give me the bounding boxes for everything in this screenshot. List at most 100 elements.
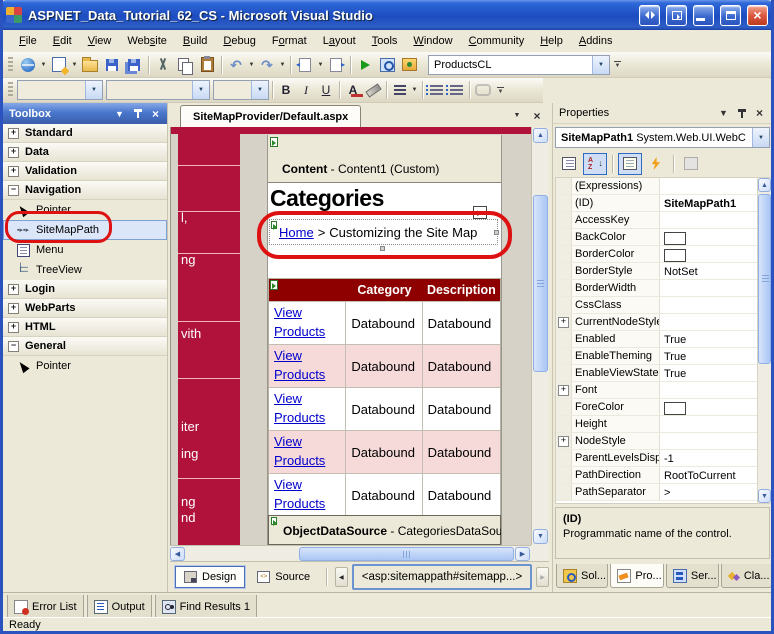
expand-icon[interactable] — [8, 128, 19, 139]
start-debugging-button[interactable] — [354, 55, 376, 75]
color-swatch[interactable] — [664, 232, 686, 245]
numbered-list-button[interactable] — [446, 80, 466, 100]
property-row[interactable]: CurrentNodeStyle — [556, 314, 758, 331]
menu-layout[interactable]: Layout — [315, 32, 364, 50]
property-row[interactable]: (Expressions) — [556, 178, 758, 195]
smart-tag-button[interactable]: ▶ — [473, 206, 487, 219]
add-new-item-button[interactable] — [48, 55, 70, 75]
scroll-down-button[interactable]: ▼ — [533, 529, 548, 544]
view-products-link[interactable]: View Products — [274, 304, 345, 342]
save-all-button[interactable] — [123, 55, 145, 75]
content-placeholder-header[interactable]: Content - Content1 (Custom) — [268, 135, 501, 183]
toolbox-category-webparts[interactable]: WebParts — [3, 299, 167, 318]
menu-debug[interactable]: Debug — [215, 32, 263, 50]
scrollbar-thumb[interactable] — [758, 194, 771, 364]
redo-button[interactable]: ↷ — [256, 55, 278, 75]
design-horizontal-scrollbar[interactable]: ◀ ▶ — [170, 545, 531, 562]
combobox-dropdown-icon[interactable]: ▼ — [592, 56, 609, 74]
scroll-up-button[interactable]: ▲ — [758, 178, 771, 192]
alphabetical-button[interactable] — [583, 153, 607, 175]
popout-window-button[interactable] — [666, 5, 687, 26]
source-view-button[interactable]: <>Source — [249, 566, 318, 588]
block-format-combobox[interactable]: ▼ — [17, 80, 103, 100]
view-products-link[interactable]: View Products — [274, 433, 345, 471]
toolbox-item-pointer[interactable]: Pointer — [3, 200, 167, 220]
tab-error-list[interactable]: Error List — [7, 595, 84, 619]
view-products-link[interactable]: View Products — [274, 390, 345, 428]
toolbar-grip[interactable] — [8, 82, 13, 98]
window-position-icon[interactable]: ▼ — [112, 107, 127, 121]
toolbox-category-login[interactable]: Login — [3, 280, 167, 299]
expand-icon[interactable] — [8, 284, 19, 295]
menu-website[interactable]: Website — [119, 32, 175, 50]
font-size-combobox[interactable]: ▼ — [213, 80, 269, 100]
toolbox-item-pointer-general[interactable]: Pointer — [3, 356, 167, 376]
toolbox-item-treeview[interactable]: ├─ └─TreeView — [3, 260, 167, 280]
properties-grid[interactable]: (Expressions) (ID)SiteMapPath1 AccessKey… — [555, 177, 759, 504]
combobox-dropdown-icon[interactable]: ▼ — [752, 128, 769, 147]
property-row[interactable]: CssClass — [556, 297, 758, 314]
pin-icon[interactable] — [734, 106, 749, 120]
bold-button[interactable]: B — [276, 80, 296, 100]
tab-output[interactable]: Output — [87, 595, 152, 619]
font-color-button[interactable]: A — [343, 80, 363, 100]
tag-navigator-current[interactable]: <asp:sitemappath#sitemapp...> — [352, 564, 532, 590]
menu-tools[interactable]: Tools — [364, 32, 406, 50]
toolbar-combobox[interactable]: ProductsCL ▼ — [428, 55, 610, 75]
undo-button[interactable]: ↶ — [225, 55, 247, 75]
tab-find-results[interactable]: Find Results 1 — [155, 595, 257, 619]
properties-scrollbar[interactable]: ▲ ▼ — [757, 177, 772, 504]
menu-window[interactable]: Window — [405, 32, 460, 50]
tab-list-dropdown-icon[interactable]: ▼ — [509, 108, 525, 123]
tab-class-view[interactable]: Cla... — [721, 564, 772, 588]
scrollbar-thumb[interactable] — [533, 195, 548, 372]
scroll-left-button[interactable]: ◀ — [170, 547, 185, 561]
sitemappath-control[interactable]: Home > Customizing the Site Map — [269, 219, 498, 245]
combobox-dropdown-icon[interactable]: ▼ — [251, 81, 268, 99]
pin-icon[interactable] — [130, 107, 145, 121]
toolbar-options-overflow[interactable]: ▼ — [497, 87, 504, 94]
collapse-icon[interactable] — [8, 341, 19, 352]
tag-navigator-back-button[interactable]: ◀ — [335, 567, 348, 587]
property-row[interactable]: BorderStyleNotSet — [556, 263, 758, 280]
navigate-backward-dropdown[interactable]: ▼ — [316, 62, 325, 68]
property-row[interactable]: ParentLevelsDispl-1 — [556, 450, 758, 467]
menu-edit[interactable]: Edit — [45, 32, 80, 50]
color-swatch[interactable] — [664, 249, 686, 262]
combobox-dropdown-icon[interactable]: ▼ — [192, 81, 209, 99]
tab-solution-explorer[interactable]: Sol... — [556, 564, 608, 588]
undo-dropdown[interactable]: ▼ — [247, 62, 256, 68]
expand-icon[interactable] — [8, 303, 19, 314]
design-vertical-scrollbar[interactable]: ▲ ▼ — [531, 127, 549, 545]
open-file-button[interactable] — [79, 55, 101, 75]
toolbox-category-html[interactable]: HTML — [3, 318, 167, 337]
combobox-dropdown-icon[interactable]: ▼ — [85, 81, 102, 99]
collapse-icon[interactable] — [8, 185, 19, 196]
hyperlink-button[interactable] — [473, 80, 493, 100]
property-row[interactable]: EnabledTrue — [556, 331, 758, 348]
expand-icon[interactable] — [8, 166, 19, 177]
save-button[interactable] — [101, 55, 123, 75]
toolbox-item-menu[interactable]: Menu — [3, 240, 167, 260]
color-swatch[interactable] — [664, 402, 686, 415]
highlight-button[interactable] — [363, 80, 383, 100]
scroll-right-button[interactable]: ▶ — [515, 547, 530, 561]
design-surface[interactable]: l, ng vith iter ing ng nd Content - Cont… — [170, 127, 532, 545]
menu-view[interactable]: View — [80, 32, 120, 50]
align-dropdown[interactable]: ▼ — [410, 87, 419, 93]
property-row[interactable]: BackColor — [556, 229, 758, 246]
menu-help[interactable]: Help — [532, 32, 571, 50]
add-new-item-dropdown[interactable]: ▼ — [70, 62, 79, 68]
expand-property-icon[interactable] — [558, 385, 569, 396]
paste-button[interactable] — [196, 55, 218, 75]
view-in-browser-button[interactable] — [376, 55, 398, 75]
maximize-button[interactable] — [720, 5, 741, 26]
window-position-icon[interactable]: ▼ — [716, 106, 731, 120]
toolbar-grip[interactable] — [8, 57, 13, 73]
selection-handle[interactable] — [494, 230, 499, 235]
menu-build[interactable]: Build — [175, 32, 215, 50]
new-website-button[interactable] — [17, 55, 39, 75]
property-row[interactable]: BorderColor — [556, 246, 758, 263]
breadcrumb-home-link[interactable]: Home — [279, 225, 314, 240]
tab-server-explorer[interactable]: Ser... — [666, 564, 719, 588]
